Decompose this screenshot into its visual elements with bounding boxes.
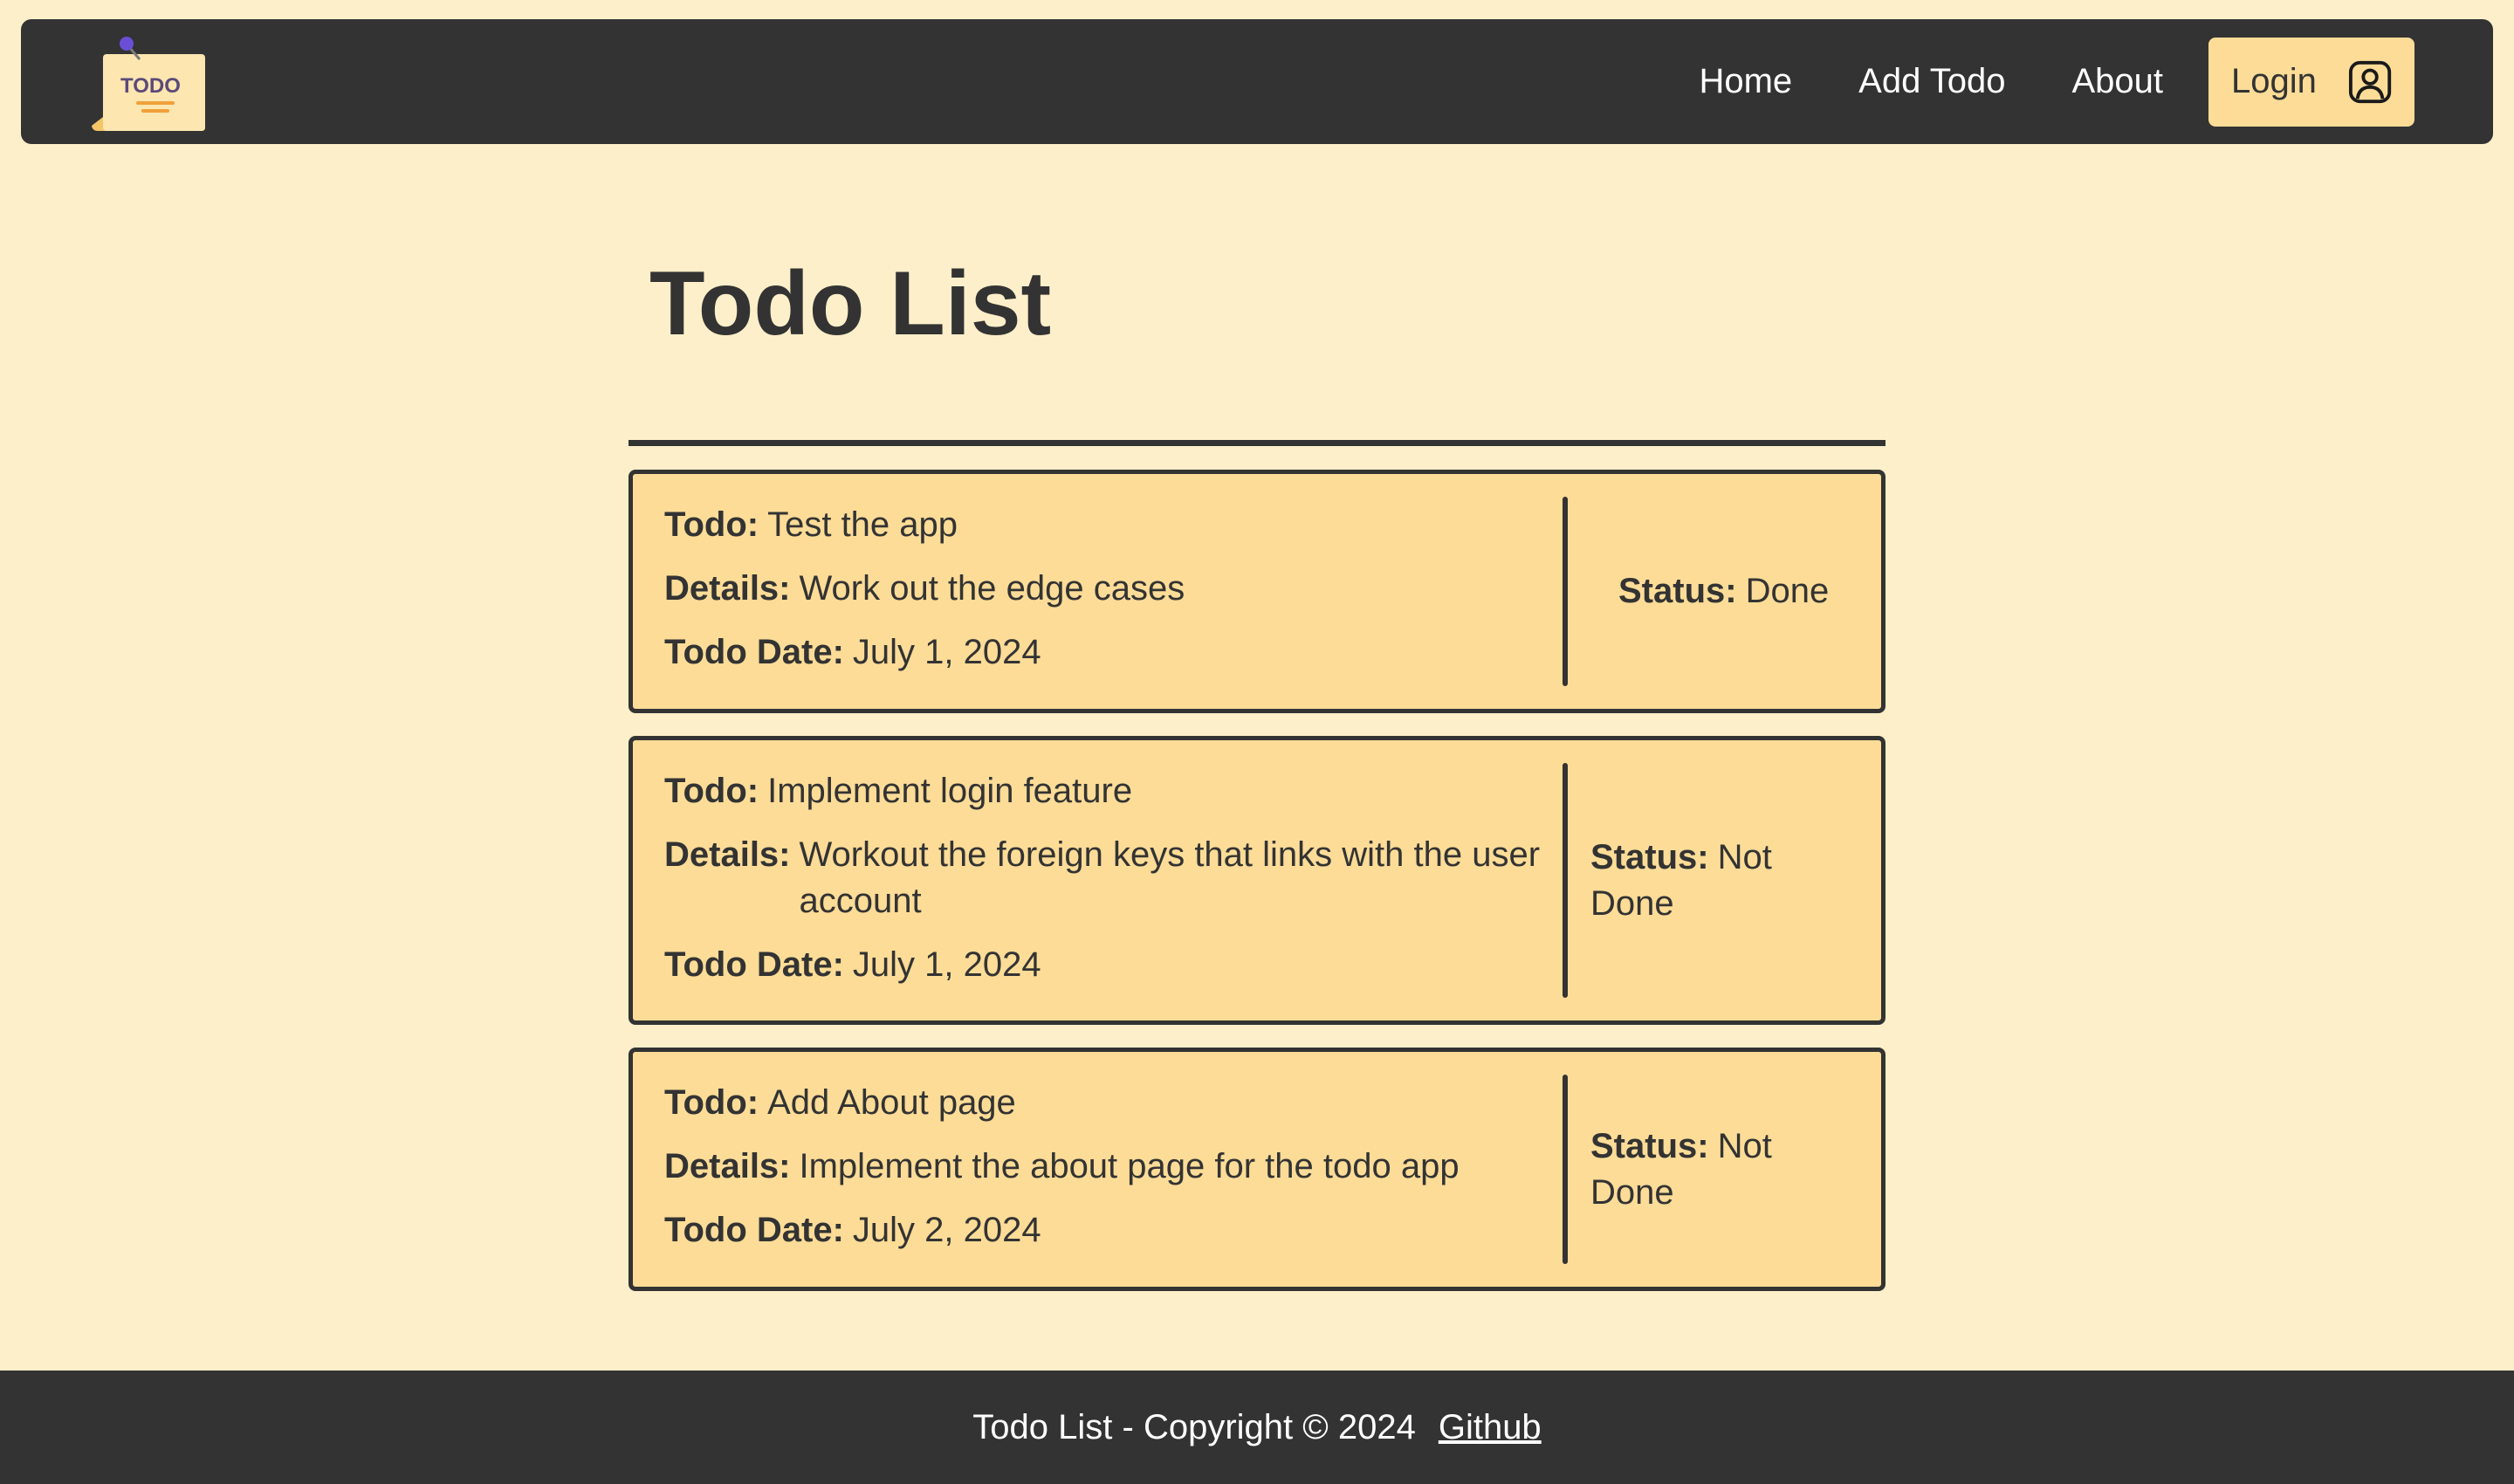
svg-text:TODO: TODO <box>120 74 181 98</box>
page-title: Todo List <box>649 253 1052 354</box>
details-label: Details: <box>664 835 791 874</box>
todo-value: Implement login feature <box>767 772 1133 810</box>
todo-label: Todo: <box>664 772 759 810</box>
todo-field: Todo: Add About page <box>664 1080 1563 1126</box>
date-field: Todo Date: July 2, 2024 <box>664 1207 1563 1254</box>
footer: Todo List - Copyright © 2024 Github <box>0 1371 2514 1484</box>
date-value: July 2, 2024 <box>852 1211 1041 1249</box>
todo-card-status: Status: Not Done <box>1568 1052 1881 1287</box>
todo-value: Test the app <box>767 505 958 544</box>
todo-card-status: Status: Done <box>1568 474 1881 709</box>
todo-card[interactable]: Todo: Implement login feature Details: W… <box>628 736 1886 1025</box>
todo-logo-icon: TODO <box>92 36 205 131</box>
footer-copyright: Todo List - Copyright © 2024 <box>972 1407 1416 1446</box>
status-text: Status: Not Done <box>1568 835 1777 927</box>
todo-card-details: Todo: Add About page Details: Implement … <box>633 1052 1563 1287</box>
status-text: Status: Done <box>1568 568 1829 615</box>
details-field: Details: Implement the about page for th… <box>664 1144 1563 1190</box>
details-field: Details: Workout the foreign keys that l… <box>664 832 1563 924</box>
date-field: Todo Date: July 1, 2024 <box>664 942 1563 988</box>
date-field: Todo Date: July 1, 2024 <box>664 629 1563 676</box>
date-label: Todo Date: <box>664 633 844 671</box>
todo-app-page: TODO Home Add Todo About Login Todo List <box>0 0 2514 1484</box>
github-link[interactable]: Github <box>1439 1408 1542 1447</box>
todo-label: Todo: <box>664 1083 759 1122</box>
title-divider <box>628 440 1886 446</box>
todo-label: Todo: <box>664 505 759 544</box>
login-button[interactable]: Login <box>2208 37 2414 127</box>
nav-link-home[interactable]: Home <box>1699 62 1792 101</box>
date-label: Todo Date: <box>664 1211 844 1249</box>
todo-card-details: Todo: Test the app Details: Work out the… <box>633 474 1563 709</box>
status-text: Status: Not Done <box>1568 1123 1777 1216</box>
todo-card[interactable]: Todo: Test the app Details: Work out the… <box>628 470 1886 713</box>
details-value: Workout the foreign keys that links with… <box>799 835 1541 920</box>
todo-card[interactable]: Todo: Add About page Details: Implement … <box>628 1048 1886 1291</box>
user-account-icon <box>2348 60 2392 103</box>
navbar: TODO Home Add Todo About Login <box>21 19 2493 144</box>
details-value: Implement the about page for the todo ap… <box>799 1147 1460 1185</box>
login-button-label: Login <box>2231 62 2317 100</box>
todo-logo[interactable]: TODO <box>87 30 218 134</box>
todo-value: Add About page <box>767 1083 1016 1122</box>
todo-card-status: Status: Not Done <box>1568 740 1881 1020</box>
details-value: Work out the edge cases <box>799 569 1185 608</box>
status-label: Status: <box>1618 572 1737 610</box>
date-value: July 1, 2024 <box>852 945 1041 984</box>
status-label: Status: <box>1590 1126 1709 1165</box>
date-value: July 1, 2024 <box>852 633 1041 671</box>
details-field: Details: Work out the edge cases <box>664 566 1563 612</box>
status-label: Status: <box>1590 837 1709 876</box>
nav-link-add-todo[interactable]: Add Todo <box>1858 62 2005 101</box>
todo-card-details: Todo: Implement login feature Details: W… <box>633 740 1563 1020</box>
nav-link-about[interactable]: About <box>2071 62 2163 101</box>
status-value: Done <box>1745 572 1830 610</box>
details-label: Details: <box>664 1147 791 1185</box>
date-label: Todo Date: <box>664 945 844 984</box>
details-label: Details: <box>664 569 791 608</box>
todo-field: Todo: Implement login feature <box>664 768 1563 814</box>
todo-field: Todo: Test the app <box>664 502 1563 548</box>
nav-links: Home Add Todo About Login <box>1632 19 2414 144</box>
